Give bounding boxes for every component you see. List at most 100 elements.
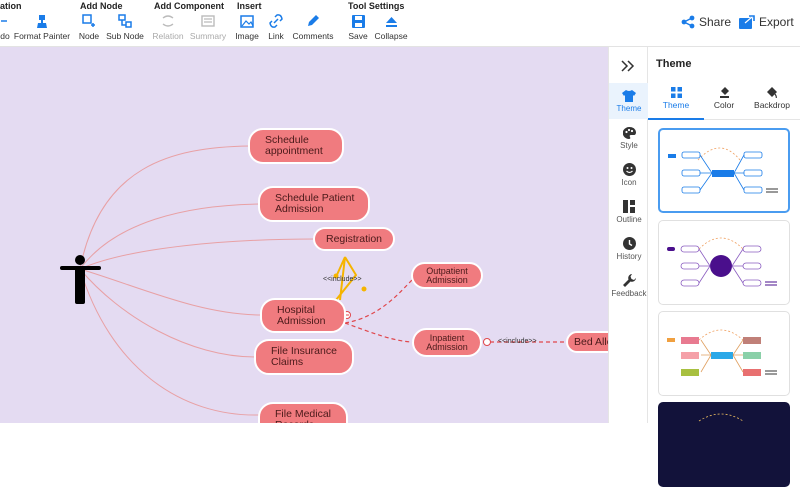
link-file-medical bbox=[79, 268, 261, 416]
side-tab-history-label: History bbox=[616, 252, 642, 261]
theme-preview-4 bbox=[698, 413, 744, 422]
node-hospital-admission[interactable]: Hospital Admission bbox=[260, 298, 346, 333]
node-inpatient-admission[interactable]: Inpatient Admission bbox=[412, 328, 482, 357]
side-tab-feedback[interactable]: Feedback bbox=[609, 268, 649, 304]
comments-label: Comments bbox=[292, 31, 334, 41]
panel-tab-color-label: Color bbox=[713, 100, 735, 110]
redo-label: do bbox=[0, 31, 10, 41]
theme-preview-2 bbox=[667, 237, 777, 287]
outline-icon bbox=[623, 200, 635, 213]
tshirt-icon bbox=[622, 89, 636, 102]
link-registration bbox=[79, 238, 316, 270]
side-tab-outline[interactable]: Outline bbox=[609, 194, 649, 230]
image-label: Image bbox=[235, 31, 259, 41]
node-outpatient-admission[interactable]: Outpatient Admission bbox=[411, 262, 483, 289]
link-file-insurance-claims bbox=[79, 268, 256, 358]
sub-node-button[interactable]: Sub Node bbox=[106, 13, 144, 45]
save-button[interactable]: Save bbox=[346, 13, 370, 45]
relation-label: Relation bbox=[152, 31, 184, 41]
panel-tab-theme[interactable]: Theme bbox=[660, 87, 692, 117]
panel-tab-color[interactable]: Color bbox=[711, 87, 737, 117]
theme-card-2[interactable] bbox=[658, 220, 790, 305]
relation-icon bbox=[161, 13, 175, 29]
comments-icon bbox=[306, 13, 320, 29]
group-title-add-component: Add Component bbox=[154, 1, 224, 11]
collapse-label: Collapse bbox=[374, 31, 408, 41]
grid-icon bbox=[670, 87, 682, 98]
node-icon bbox=[82, 13, 96, 29]
theme-panel: Theme Theme Color Backdrop bbox=[648, 47, 800, 487]
node-schedule-appointment[interactable]: Schedule appointment bbox=[248, 128, 344, 164]
share-icon bbox=[681, 15, 695, 29]
link-schedule-appointment bbox=[79, 145, 251, 270]
format-painter-label: Format Painter bbox=[13, 31, 71, 41]
group-title-relation: ation bbox=[0, 1, 22, 11]
side-tab-style[interactable]: Style bbox=[609, 120, 649, 156]
node-file-insurance-claims[interactable]: File Insurance Claims bbox=[254, 339, 354, 375]
group-title-add-node: Add Node bbox=[80, 1, 123, 11]
actor-icon bbox=[60, 255, 101, 304]
panel-tab-theme-label: Theme bbox=[662, 100, 690, 110]
side-tab-icon-label: Icon bbox=[621, 178, 637, 187]
theme-preview-3 bbox=[667, 329, 777, 376]
theme-card-3[interactable] bbox=[658, 311, 790, 396]
group-title-tool-settings: Tool Settings bbox=[348, 1, 405, 11]
collapse-icon bbox=[385, 13, 398, 29]
side-tab-style-label: Style bbox=[620, 140, 638, 150]
format-painter-icon bbox=[36, 13, 48, 29]
format-painter-button[interactable]: Format Painter bbox=[14, 13, 70, 45]
paint-bucket-icon bbox=[719, 87, 729, 98]
side-tab-bar: Theme Style Icon Outline History Feedbac… bbox=[608, 47, 649, 423]
node-file-medical[interactable]: File Medical Records bbox=[258, 402, 348, 423]
image-icon bbox=[240, 13, 254, 29]
save-icon bbox=[351, 13, 365, 29]
side-tab-theme[interactable]: Theme bbox=[609, 83, 649, 119]
relation-inpatient bbox=[344, 322, 415, 343]
link-button[interactable]: Link bbox=[266, 13, 286, 45]
summary-button[interactable]: Summary bbox=[190, 13, 226, 45]
node-button[interactable]: Node bbox=[78, 13, 100, 45]
side-tab-history[interactable]: History bbox=[609, 231, 649, 267]
save-label: Save bbox=[348, 31, 368, 41]
smiley-icon bbox=[622, 163, 636, 176]
export-icon bbox=[739, 15, 755, 29]
share-button[interactable]: Share bbox=[681, 13, 731, 31]
backdrop-icon bbox=[767, 87, 777, 98]
include-label-1: <<include>> bbox=[323, 276, 362, 283]
side-tab-feedback-label: Feedback bbox=[611, 289, 647, 298]
node-bed-allocation[interactable]: Bed Allo bbox=[566, 331, 608, 353]
mindmap-canvas[interactable]: <<include>> <<include>> Schedule appoint… bbox=[0, 47, 608, 423]
redo-icon bbox=[1, 13, 9, 29]
image-button[interactable]: Image bbox=[235, 13, 259, 45]
theme-card-4[interactable] bbox=[658, 402, 790, 487]
link-hospital-admission bbox=[79, 268, 263, 316]
node-registration[interactable]: Registration bbox=[313, 227, 395, 251]
panel-tab-backdrop[interactable]: Backdrop bbox=[754, 87, 790, 117]
theme-preview-1 bbox=[668, 147, 778, 194]
side-tab-icon[interactable]: Icon bbox=[609, 157, 649, 193]
expand-panel-icon[interactable] bbox=[621, 59, 635, 77]
panel-tab-backdrop-label: Backdrop bbox=[754, 100, 790, 110]
relation-button[interactable]: Relation bbox=[152, 13, 184, 45]
panel-tab-active-indicator bbox=[648, 118, 704, 120]
toolbar: ation Add Node Add Component Insert Tool… bbox=[0, 0, 800, 47]
link-label: Link bbox=[268, 31, 284, 41]
node-label: Node bbox=[78, 31, 100, 41]
comments-button[interactable]: Comments bbox=[292, 13, 334, 45]
group-title-insert: Insert bbox=[237, 1, 262, 11]
clock-icon bbox=[622, 237, 636, 250]
link-icon bbox=[269, 13, 283, 29]
sub-node-label: Sub Node bbox=[106, 31, 144, 41]
summary-icon bbox=[201, 13, 215, 29]
include-handle-2 bbox=[361, 286, 367, 292]
wrench-icon bbox=[622, 274, 636, 287]
node-schedule-patient-admission[interactable]: Schedule Patient Admission bbox=[258, 186, 370, 222]
export-button[interactable]: Export bbox=[739, 13, 794, 31]
theme-card-1[interactable] bbox=[658, 128, 790, 213]
export-label: Export bbox=[759, 15, 794, 29]
redo-button[interactable]: do bbox=[0, 13, 12, 45]
relation-outpatient bbox=[344, 278, 414, 324]
side-tab-outline-label: Outline bbox=[616, 215, 642, 224]
collapse-button[interactable]: Collapse bbox=[374, 13, 408, 45]
panel-title: Theme bbox=[656, 58, 692, 70]
